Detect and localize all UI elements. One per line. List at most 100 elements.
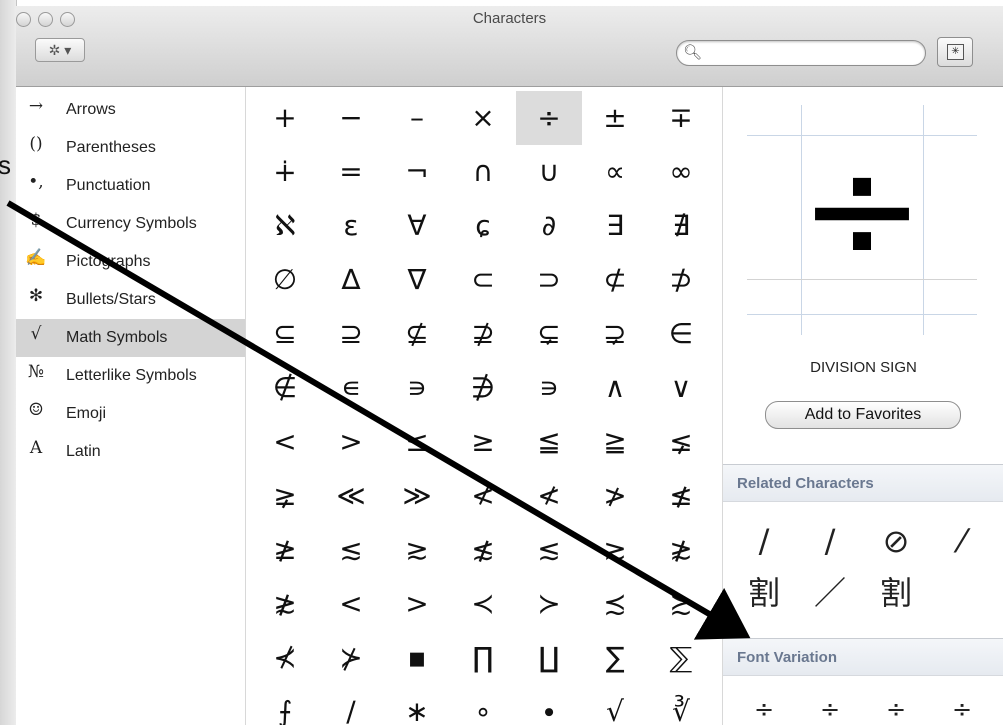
related-character-cell[interactable]: ∕ [799,519,861,563]
character-cell[interactable]: ≰ [648,469,714,523]
character-cell[interactable]: ∌ [450,361,516,415]
character-cell[interactable]: ⅀ [648,631,714,685]
sidebar-item-pictographs[interactable]: ✍ Pictographs [16,243,245,281]
sidebar-item-arrows[interactable]: → Arrows [16,91,245,129]
character-cell[interactable]: ∏ [450,631,516,685]
character-cell[interactable]: ∅ [252,253,318,307]
action-gear-button[interactable]: ✲ ▾ [35,38,85,62]
related-character-cell[interactable]: / [733,519,795,563]
character-cell[interactable]: ∂ [516,199,582,253]
character-cell[interactable]: ∧ [582,361,648,415]
character-cell[interactable]: ≪ [318,469,384,523]
character-cell[interactable]: ∍ [516,361,582,415]
character-cell[interactable]: ∇ [384,253,450,307]
character-cell[interactable]: ⊄ [582,253,648,307]
search-field[interactable]: 🔍︎ [676,40,926,66]
character-cell[interactable]: ∙ [516,685,582,725]
character-cell[interactable]: ⊆ [252,307,318,361]
search-input[interactable] [703,44,917,64]
character-cell[interactable]: ∩ [450,145,516,199]
character-cell[interactable]: ⊉ [450,307,516,361]
character-cell[interactable]: ⊁ [318,631,384,685]
related-character-cell[interactable]: 割 [733,571,795,615]
character-cell[interactable]: ≺ [450,577,516,631]
character-cell[interactable]: ≦ [516,415,582,469]
character-cell[interactable]: ∑ [582,631,648,685]
character-cell[interactable]: ▪ [384,631,450,685]
character-cell[interactable]: ∍ [384,361,450,415]
related-characters-header[interactable]: Related Characters [723,464,1003,502]
character-cell[interactable]: ∛ [648,685,714,725]
character-cell[interactable]: ∀ [384,199,450,253]
character-cell[interactable]: ℵ [252,199,318,253]
character-cell[interactable]: – [384,91,450,145]
character-cell[interactable]: ∓ [648,91,714,145]
font-variation-cell[interactable]: ÷ [799,689,861,725]
add-to-favorites-button[interactable]: Add to Favorites [765,401,961,429]
character-cell[interactable]: − [318,91,384,145]
character-cell[interactable]: ⪈ [252,469,318,523]
character-cell[interactable]: ∞ [648,145,714,199]
character-cell[interactable]: ≤ [384,415,450,469]
related-character-cell[interactable]: ⁄ [931,519,993,563]
font-variation-cell[interactable]: ÷ [733,689,795,725]
character-cell[interactable]: ± [582,91,648,145]
font-variation-cell[interactable]: ÷ [931,689,993,725]
character-cell[interactable]: = [318,145,384,199]
character-cell[interactable]: ⊋ [582,307,648,361]
character-cell[interactable]: ≥ [450,415,516,469]
character-cell[interactable]: ≱ [252,523,318,577]
character-cell[interactable]: ∕ [318,685,384,725]
character-cell[interactable]: ≳ [384,523,450,577]
character-cell[interactable]: ∃ [582,199,648,253]
character-cell[interactable]: ≲ [516,523,582,577]
font-variation-header[interactable]: Font Variation [723,638,1003,676]
related-character-cell[interactable]: ⊘ [865,519,927,563]
character-cell[interactable]: ≿ [648,577,714,631]
character-cell[interactable]: × [450,91,516,145]
character-cell[interactable]: ∐ [516,631,582,685]
sidebar-item-math-symbols[interactable]: √ Math Symbols [16,319,245,357]
character-cell[interactable]: ⊈ [384,307,450,361]
character-cell[interactable]: ¬ [384,145,450,199]
character-cell[interactable]: ≲ [318,523,384,577]
character-cell[interactable]: ≻ [516,577,582,631]
character-cell[interactable]: ⊂ [450,253,516,307]
character-cell[interactable]: ∉ [252,361,318,415]
character-cell[interactable]: ∝ [582,145,648,199]
sidebar-item-letterlike-symbols[interactable]: № Letterlike Symbols [16,357,245,395]
character-cell[interactable]: > [318,415,384,469]
character-cell[interactable]: ≵ [252,577,318,631]
character-cell[interactable]: ∊ [318,361,384,415]
character-cell[interactable]: ⪇ [648,415,714,469]
sidebar-item-currency-symbols[interactable]: $ Currency Symbols [16,205,245,243]
character-cell[interactable]: ÷ [516,91,582,145]
character-cell[interactable]: ɛ [318,199,384,253]
character-cell[interactable]: ∗ [384,685,450,725]
sidebar-item-parentheses[interactable]: () Parentheses [16,129,245,167]
character-cell[interactable]: ⊅ [648,253,714,307]
view-toggle-button[interactable]: ✳ [937,37,973,67]
character-cell[interactable]: < [252,415,318,469]
character-cell[interactable]: ⊇ [318,307,384,361]
character-cell[interactable]: ∨ [648,361,714,415]
character-cell[interactable]: ≧ [582,415,648,469]
character-cell[interactable]: ∈ [648,307,714,361]
sidebar-item-punctuation[interactable]: •, Punctuation [16,167,245,205]
sidebar-item-latin[interactable]: A Latin [16,433,245,471]
character-cell[interactable]: ≵ [648,523,714,577]
character-cell[interactable]: ∪ [516,145,582,199]
character-cell[interactable]: ≫ [384,469,450,523]
character-cell[interactable]: > [384,577,450,631]
character-cell[interactable]: ≯ [582,469,648,523]
sidebar-item-bullets-stars[interactable]: ✻ Bullets/Stars [16,281,245,319]
character-cell[interactable]: ≮ [450,469,516,523]
character-cell[interactable]: ∔ [252,145,318,199]
character-cell[interactable]: ⊊ [516,307,582,361]
character-cell[interactable]: ⨍ [252,685,318,725]
related-character-cell[interactable]: ／ [799,571,861,615]
character-cell[interactable]: ∘ [450,685,516,725]
character-cell[interactable]: √ [582,685,648,725]
character-cell[interactable]: ≮ [516,469,582,523]
character-cell[interactable]: ɕ [450,199,516,253]
